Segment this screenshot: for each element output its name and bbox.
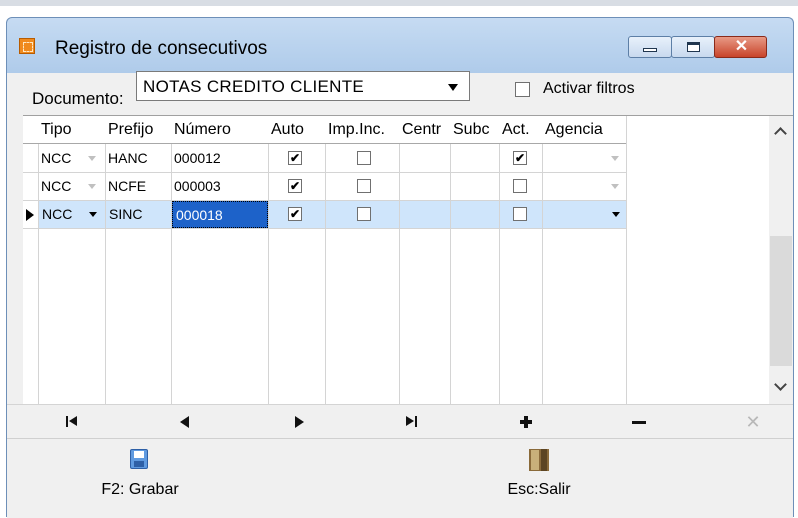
document-label: Documento:: [32, 89, 124, 108]
window-top-border: [0, 0, 798, 6]
close-button[interactable]: ✕: [714, 36, 767, 58]
delete-record-icon[interactable]: [619, 405, 659, 439]
consecutive-grid: Tipo Prefijo Número Auto Imp.Inc. Centr …: [23, 115, 793, 405]
current-row-indicator-icon: [26, 209, 34, 221]
document-select-value: NOTAS CREDITO CLIENTE: [143, 77, 365, 96]
last-record-icon[interactable]: [392, 405, 432, 439]
act-checkbox[interactable]: [513, 179, 527, 193]
column-header-agencia[interactable]: Agencia: [542, 116, 626, 143]
imp-inc-checkbox[interactable]: [357, 207, 371, 221]
act-checkbox[interactable]: [513, 207, 527, 221]
cancel-edit-icon[interactable]: ✕: [733, 405, 773, 439]
cell-subcentro[interactable]: [451, 201, 499, 228]
auto-checkbox[interactable]: ✔: [288, 179, 302, 193]
column-header-act[interactable]: Act.: [499, 116, 542, 143]
cell-prefijo[interactable]: NCFE: [105, 173, 171, 200]
save-button-label: F2: Grabar: [101, 481, 179, 498]
window-title: Registro de consecutivos: [55, 38, 268, 59]
scroll-up-icon[interactable]: [769, 116, 793, 146]
imp-inc-checkbox[interactable]: [357, 179, 371, 193]
scrollbar-thumb[interactable]: [770, 236, 792, 366]
cell-prefijo[interactable]: HANC: [105, 145, 171, 172]
cell-prefijo[interactable]: SINC: [106, 201, 171, 228]
vertical-scrollbar[interactable]: [769, 116, 793, 405]
tipo-dropdown-icon[interactable]: [85, 145, 99, 172]
agencia-dropdown-icon[interactable]: [609, 201, 623, 228]
save-disk-icon: [130, 449, 148, 469]
imp-inc-checkbox[interactable]: [357, 151, 371, 165]
first-record-icon[interactable]: [52, 405, 92, 439]
table-row[interactable]: NCC HANC 000012 ✔ ✔: [23, 145, 626, 173]
activate-filters-label: Activar filtros: [543, 80, 635, 97]
act-checkbox[interactable]: ✔: [513, 151, 527, 165]
action-toolbar: F2: Grabar Esc:Salir: [7, 438, 793, 518]
column-header-auto[interactable]: Auto: [268, 116, 325, 143]
close-icon: ✕: [734, 38, 749, 55]
auto-checkbox[interactable]: ✔: [288, 207, 302, 221]
agencia-dropdown-icon[interactable]: [608, 173, 622, 200]
title-bar[interactable]: Registro de consecutivos ✕: [6, 17, 794, 73]
minimize-button[interactable]: [628, 36, 672, 58]
minimize-icon: [643, 48, 657, 52]
consecutive-register-window: Registro de consecutivos ✕ Documento: NO…: [0, 0, 798, 518]
grid-body: Tipo Prefijo Número Auto Imp.Inc. Centr …: [23, 116, 768, 405]
grid-header: Tipo Prefijo Número Auto Imp.Inc. Centr …: [23, 116, 626, 144]
column-header-subcentro[interactable]: Subc: [450, 116, 499, 143]
tipo-dropdown-icon[interactable]: [86, 201, 100, 228]
prior-record-icon[interactable]: [165, 405, 205, 439]
next-record-icon[interactable]: [279, 405, 319, 439]
cell-numero[interactable]: 000003: [171, 173, 268, 200]
column-header-numero[interactable]: Número: [171, 116, 268, 143]
exit-button[interactable]: Esc:Salir: [479, 439, 599, 518]
column-header-tipo[interactable]: Tipo: [38, 116, 105, 143]
table-row-current[interactable]: NCC SINC 000018 ✔: [23, 201, 626, 229]
column-header-prefijo[interactable]: Prefijo: [105, 116, 171, 143]
add-record-icon[interactable]: [506, 405, 546, 439]
exit-door-icon: [529, 449, 549, 471]
maximize-icon: [687, 42, 700, 52]
tipo-dropdown-icon[interactable]: [85, 173, 99, 200]
column-header-imp-inc[interactable]: Imp.Inc.: [325, 116, 399, 143]
agencia-dropdown-icon[interactable]: [608, 145, 622, 172]
record-navigator: ✕: [7, 404, 793, 439]
cell-numero[interactable]: 000012: [171, 145, 268, 172]
cell-numero-editing[interactable]: 000018: [172, 201, 268, 228]
document-select[interactable]: NOTAS CREDITO CLIENTE: [136, 71, 470, 101]
auto-checkbox[interactable]: ✔: [288, 151, 302, 165]
exit-button-label: Esc:Salir: [507, 481, 571, 498]
save-button[interactable]: F2: Grabar: [80, 439, 200, 518]
chevron-down-icon[interactable]: [441, 76, 463, 96]
scroll-down-icon[interactable]: [769, 374, 793, 404]
activate-filters-checkbox[interactable]: [515, 82, 530, 97]
column-header-centro[interactable]: Centr: [399, 116, 450, 143]
app-icon: [19, 38, 35, 54]
maximize-button[interactable]: [671, 36, 715, 58]
table-row[interactable]: NCC NCFE 000003 ✔: [23, 173, 626, 201]
cell-centro[interactable]: [400, 201, 450, 228]
